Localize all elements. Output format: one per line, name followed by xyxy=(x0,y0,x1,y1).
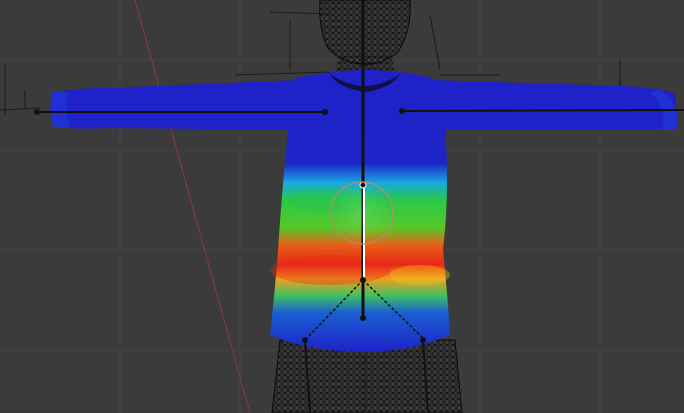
bone-right-arm xyxy=(401,109,684,112)
axis-line xyxy=(134,0,251,413)
bone-select-circle xyxy=(330,181,394,245)
3d-viewport[interactable] xyxy=(0,0,684,413)
viewport-scene[interactable] xyxy=(0,0,684,413)
head-wireframe xyxy=(319,0,411,65)
left-sleeve xyxy=(55,80,300,130)
bone-root-joint xyxy=(360,315,366,321)
right-sleeve xyxy=(430,80,676,130)
